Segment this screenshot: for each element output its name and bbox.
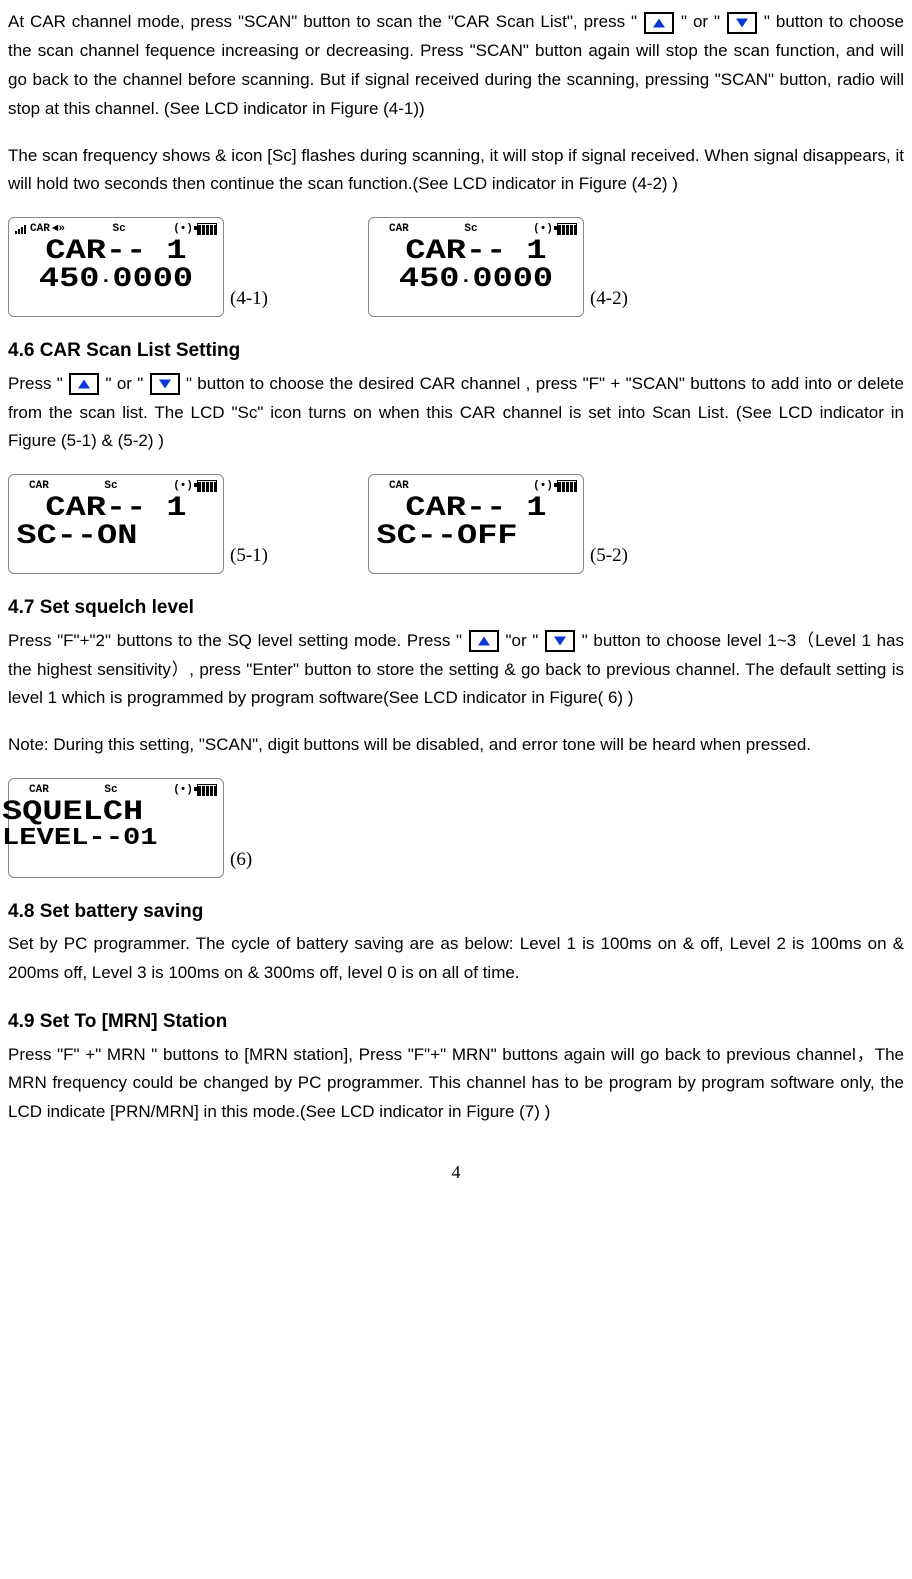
text: "or " <box>505 631 538 650</box>
lcd-line-2: SC--ON <box>0 523 237 551</box>
figure-5-2: CAR (•) CAR-- 1 SC--OFF (5-2) <box>368 474 628 574</box>
text: Press "F"+"2" buttons to the SQ level se… <box>8 631 462 650</box>
figure-row-6: CAR Sc (•) SQUELCH LEVEL--01 (6) <box>8 778 904 878</box>
paragraph-4-6: Press " " or " " button to choose the de… <box>8 370 904 457</box>
battery-icon <box>197 784 217 796</box>
lcd-line-1: CAR-- 1 <box>0 495 237 523</box>
paragraph-4-7-note: Note: During this setting, "SCAN", digit… <box>8 731 904 760</box>
figure-5-1: CAR Sc (•) CAR-- 1 SC--ON (5-1) <box>8 474 268 574</box>
text: " or " <box>681 12 720 31</box>
heading-4-8: 4.8 Set battery saving <box>8 896 904 928</box>
text: At CAR channel mode, press "SCAN" button… <box>8 12 637 31</box>
lcd-line-2: 450.0000 <box>0 266 237 294</box>
up-icon <box>469 630 499 652</box>
up-icon <box>644 12 674 34</box>
text: Press " <box>8 374 68 393</box>
heading-4-6: 4.6 CAR Scan List Setting <box>8 335 904 367</box>
lcd-line-2: SC--OFF <box>355 523 597 551</box>
page-number: 4 <box>8 1157 904 1188</box>
tx-icon: (•) <box>173 781 193 800</box>
lcd-line-2: LEVEL--01 <box>0 827 237 851</box>
battery-icon <box>557 480 577 492</box>
lcd-line-1: CAR-- 1 <box>355 238 597 266</box>
lcd-5-2: CAR (•) CAR-- 1 SC--OFF <box>368 474 584 574</box>
lcd-line-1: SQUELCH <box>0 799 237 827</box>
figure-row-4: CAR ◄» Sc (•) CAR-- 1 450.0000 (4-1) CAR… <box>8 217 904 317</box>
lcd-4-2: CAR Sc (•) CAR-- 1 450.0000 <box>368 217 584 317</box>
heading-4-7: 4.7 Set squelch level <box>8 592 904 624</box>
paragraph-4-9: Press "F" +" MRN " buttons to [MRN stati… <box>8 1041 904 1128</box>
down-icon <box>545 630 575 652</box>
paragraph-car-scan: At CAR channel mode, press "SCAN" button… <box>8 8 904 124</box>
battery-icon <box>557 223 577 235</box>
figure-6: CAR Sc (•) SQUELCH LEVEL--01 (6) <box>8 778 252 878</box>
figure-4-1: CAR ◄» Sc (•) CAR-- 1 450.0000 (4-1) <box>8 217 268 317</box>
figure-4-2: CAR Sc (•) CAR-- 1 450.0000 (4-2) <box>368 217 628 317</box>
lcd-line-1: CAR-- 1 <box>0 238 237 266</box>
down-icon <box>727 12 757 34</box>
text: " or " <box>105 374 148 393</box>
lcd-line-2: 450.0000 <box>355 266 597 294</box>
up-icon <box>69 373 99 395</box>
battery-icon <box>197 480 217 492</box>
paragraph-4-7: Press "F"+"2" buttons to the SQ level se… <box>8 627 904 714</box>
signal-icon <box>15 224 26 234</box>
battery-icon <box>197 223 217 235</box>
figure-row-5: CAR Sc (•) CAR-- 1 SC--ON (5-1) CAR (•) … <box>8 474 904 574</box>
paragraph-4-8: Set by PC programmer. The cycle of batte… <box>8 930 904 988</box>
lcd-6: CAR Sc (•) SQUELCH LEVEL--01 <box>8 778 224 878</box>
down-icon <box>150 373 180 395</box>
lcd-5-1: CAR Sc (•) CAR-- 1 SC--ON <box>8 474 224 574</box>
paragraph-scan-freq: The scan frequency shows & icon [Sc] fla… <box>8 142 904 200</box>
lcd-4-1: CAR ◄» Sc (•) CAR-- 1 450.0000 <box>8 217 224 317</box>
lcd-line-1: CAR-- 1 <box>355 495 597 523</box>
heading-4-9: 4.9 Set To [MRN] Station <box>8 1006 904 1038</box>
